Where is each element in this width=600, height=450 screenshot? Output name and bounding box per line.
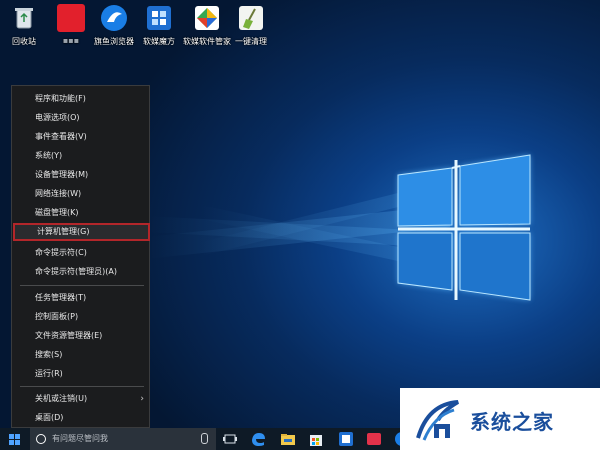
menu-item-command-prompt-admin[interactable]: 命令提示符(管理员)(A) bbox=[13, 263, 150, 281]
browser-icon bbox=[100, 4, 128, 32]
taskbar-search-box[interactable]: 有问题尽管问我 bbox=[30, 428, 216, 450]
menu-item-device-manager[interactable]: 设备管理器(M) bbox=[13, 166, 150, 184]
cube-icon bbox=[145, 4, 173, 32]
power-user-menu: 程序和功能(F) 电源选项(O) 事件查看器(V) 系统(Y) 设备管理器(M)… bbox=[11, 85, 150, 428]
menu-item-programs-features[interactable]: 程序和功能(F) bbox=[13, 90, 150, 108]
menu-item-command-prompt[interactable]: 命令提示符(C) bbox=[13, 244, 150, 262]
menu-item-file-explorer[interactable]: 文件资源管理器(E) bbox=[13, 327, 150, 345]
blurred-app-icon bbox=[57, 4, 85, 32]
menu-item-desktop[interactable]: 桌面(D) bbox=[13, 409, 150, 427]
watermark-text: 系统之家 bbox=[470, 410, 554, 434]
menu-item-control-panel[interactable]: 控制面板(P) bbox=[13, 308, 150, 326]
menu-item-run[interactable]: 运行(R) bbox=[13, 365, 150, 383]
menu-item-label: 关机或注销(U) bbox=[35, 394, 88, 403]
site-watermark: 系统之家 bbox=[400, 388, 600, 450]
desktop-icon-one-click-clean[interactable]: 一键清理 bbox=[220, 4, 282, 47]
windows-start-icon bbox=[9, 434, 20, 445]
menu-item-event-viewer[interactable]: 事件查看器(V) bbox=[13, 128, 150, 146]
desktop-icon-label: 一键清理 bbox=[235, 37, 267, 46]
recycle-bin-icon bbox=[10, 4, 38, 32]
menu-item-network-connections[interactable]: 网络连接(W) bbox=[13, 185, 150, 203]
broom-icon bbox=[237, 4, 265, 32]
edge-icon[interactable] bbox=[250, 431, 266, 447]
red-app-icon[interactable] bbox=[366, 431, 382, 447]
menu-separator bbox=[20, 386, 144, 387]
cortana-circle-icon bbox=[36, 434, 46, 444]
menu-item-system[interactable]: 系统(Y) bbox=[13, 147, 150, 165]
store-icon[interactable] bbox=[308, 431, 324, 447]
house-logo-icon bbox=[416, 400, 460, 441]
menu-item-shutdown-signout[interactable]: 关机或注销(U) › bbox=[13, 390, 150, 408]
menu-item-computer-management[interactable]: 计算机管理(G) bbox=[13, 223, 150, 241]
microphone-icon[interactable] bbox=[201, 433, 208, 444]
menu-separator bbox=[20, 285, 144, 286]
start-button[interactable] bbox=[0, 428, 30, 450]
menu-item-disk-management[interactable]: 磁盘管理(K) bbox=[13, 204, 150, 222]
desktop-icons: 回收站 ▪▪▪ 旗鱼浏览器 软媒魔方 软媒软件管家 一键清理 bbox=[0, 0, 600, 60]
software-manager-icon bbox=[193, 4, 221, 32]
file-explorer-icon[interactable] bbox=[280, 431, 296, 447]
menu-item-task-manager[interactable]: 任务管理器(T) bbox=[13, 289, 150, 307]
menu-item-power-options[interactable]: 电源选项(O) bbox=[13, 109, 150, 127]
menu-item-search[interactable]: 搜索(S) bbox=[13, 346, 150, 364]
chevron-right-icon: › bbox=[140, 394, 144, 404]
search-placeholder: 有问题尽管问我 bbox=[52, 434, 108, 443]
cube-app-icon[interactable] bbox=[338, 431, 354, 447]
task-view-icon[interactable] bbox=[222, 431, 238, 447]
